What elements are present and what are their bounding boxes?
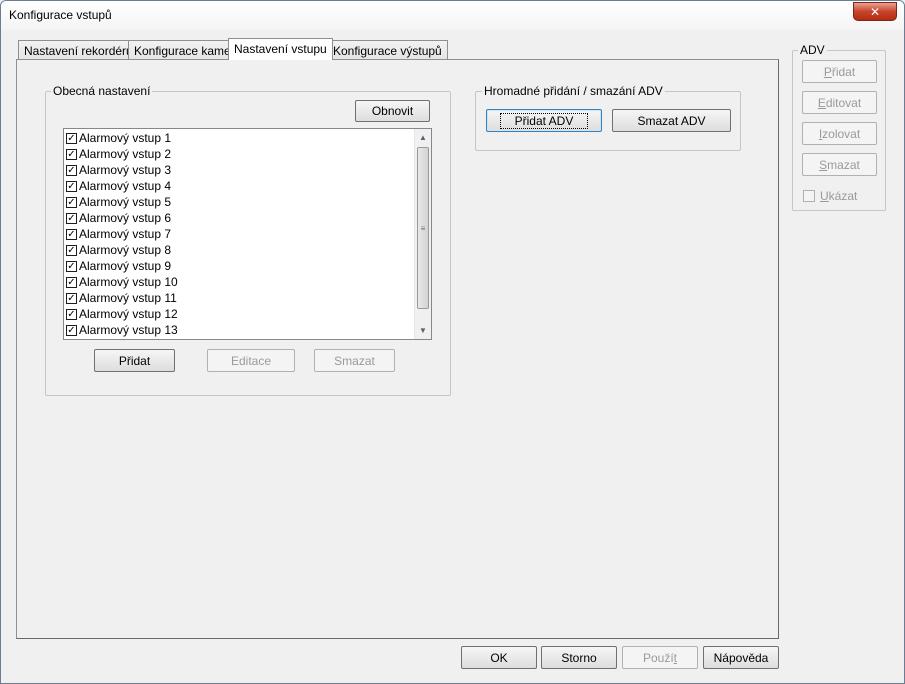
list-item-label: Alarmový vstup 9 bbox=[79, 259, 172, 273]
adv-add-button[interactable]: Přidat bbox=[802, 60, 877, 83]
close-button[interactable]: ✕ bbox=[853, 2, 897, 21]
list-item-label: Alarmový vstup 8 bbox=[79, 243, 172, 257]
adv-delete-mnemonic: S bbox=[819, 157, 828, 172]
list-item-label: Alarmový vstup 2 bbox=[79, 147, 172, 161]
title-bar[interactable]: Konfigurace vstupů ✕ bbox=[1, 1, 904, 30]
apply-button[interactable]: Použí t bbox=[622, 646, 698, 669]
tab-output-config[interactable]: Konfigurace výstupů bbox=[327, 40, 448, 60]
checkbox-icon[interactable]: ✓ bbox=[66, 148, 77, 160]
dialog-window: Konfigurace vstupů ✕ Nastavení rekordéru… bbox=[0, 0, 905, 684]
list-item[interactable]: ✓ Alarmový vstup 2 bbox=[66, 146, 171, 162]
checkbox-icon[interactable]: ✓ bbox=[66, 212, 77, 224]
delete-input-button[interactable]: Smazat bbox=[314, 349, 395, 372]
bulk-adv-title: Hromadné přidání / smazání ADV bbox=[482, 84, 665, 98]
add-adv-button[interactable]: Přidat ADV bbox=[486, 109, 602, 132]
adv-group-title: ADV bbox=[798, 43, 827, 57]
adv-show-label: Ukázat bbox=[820, 189, 857, 203]
scroll-up-icon[interactable]: ▲ bbox=[415, 129, 431, 146]
list-item[interactable]: ✓ Alarmový vstup 10 bbox=[66, 274, 178, 290]
list-item-label: Alarmový vstup 1 bbox=[79, 131, 172, 145]
list-item-label: Alarmový vstup 12 bbox=[79, 307, 178, 321]
cancel-button[interactable]: Storno bbox=[541, 646, 617, 669]
list-item-label: Alarmový vstup 11 bbox=[79, 291, 177, 305]
adv-edit-label: ditovat bbox=[825, 95, 862, 110]
edit-input-button[interactable]: Editace bbox=[207, 349, 295, 372]
checkbox-icon[interactable]: ✓ bbox=[66, 292, 77, 304]
list-item[interactable]: ✓ Alarmový vstup 7 bbox=[66, 226, 171, 242]
checkbox-icon[interactable]: ✓ bbox=[66, 260, 77, 272]
checkbox-icon[interactable]: ✓ bbox=[66, 132, 77, 144]
checkbox-icon[interactable]: ✓ bbox=[66, 164, 77, 176]
list-item-label: Alarmový vstup 3 bbox=[79, 163, 172, 177]
list-item[interactable]: ✓ Alarmový vstup 13 bbox=[66, 322, 178, 338]
alarm-input-list[interactable]: ✓ Alarmový vstup 1 ✓ Alarmový vstup 2 ✓ Alarm… bbox=[63, 128, 432, 340]
checkbox-icon[interactable]: ✓ bbox=[66, 276, 77, 288]
ok-button[interactable]: OK bbox=[461, 646, 537, 669]
adv-delete-button[interactable]: Smazat bbox=[802, 153, 877, 176]
checkbox-icon[interactable]: ✓ bbox=[66, 228, 77, 240]
scroll-thumb[interactable]: ≡ bbox=[417, 147, 429, 309]
list-item-label: Alarmový vstup 4 bbox=[79, 179, 172, 193]
list-item[interactable]: ✓ Alarmový vstup 6 bbox=[66, 210, 171, 226]
delete-adv-button[interactable]: Smazat ADV bbox=[612, 109, 731, 132]
general-settings-title: Obecná nastavení bbox=[51, 84, 153, 98]
add-input-button[interactable]: Přidat bbox=[94, 349, 175, 372]
list-item[interactable]: ✓ Alarmový vstup 4 bbox=[66, 178, 171, 194]
adv-add-mnemonic: P bbox=[823, 64, 832, 79]
window-title: Konfigurace vstupů bbox=[9, 8, 112, 22]
checkbox-icon[interactable]: ✓ bbox=[66, 180, 77, 192]
list-item[interactable]: ✓ Alarmový vstup 11 bbox=[66, 290, 177, 306]
adv-show-rest: kázat bbox=[828, 189, 858, 203]
list-item[interactable]: ✓ Alarmový vstup 1 bbox=[66, 130, 171, 146]
adv-delete-label: mazat bbox=[827, 157, 860, 172]
close-icon: ✕ bbox=[869, 4, 881, 19]
adv-isolate-label: zolovat bbox=[822, 126, 861, 141]
list-item[interactable]: ✓ Alarmový vstup 12 bbox=[66, 306, 178, 322]
checkbox-icon[interactable]: ✓ bbox=[66, 324, 77, 336]
tab-camera-config[interactable]: Konfigurace kamer bbox=[128, 40, 241, 60]
list-item[interactable]: ✓ Alarmový vstup 9 bbox=[66, 258, 171, 274]
tab-input-settings[interactable]: Nastavení vstupu bbox=[228, 38, 333, 60]
apply-mnemonic: t bbox=[673, 650, 678, 665]
list-item-label: Alarmový vstup 6 bbox=[79, 211, 172, 225]
checkbox-icon[interactable]: ✓ bbox=[66, 308, 77, 320]
list-item-label: Alarmový vstup 13 bbox=[79, 323, 178, 337]
list-item-label: Alarmový vstup 5 bbox=[79, 195, 172, 209]
checkbox-icon[interactable]: ✓ bbox=[66, 196, 77, 208]
adv-edit-mnemonic: E bbox=[817, 95, 826, 110]
list-item-label: Alarmový vstup 10 bbox=[79, 275, 178, 289]
grip-icon: ≡ bbox=[420, 223, 426, 233]
tab-recorder-settings[interactable]: Nastavení rekordéru bbox=[18, 40, 139, 60]
list-item[interactable]: ✓ Alarmový vstup 5 bbox=[66, 194, 171, 210]
adv-edit-button[interactable]: Editovat bbox=[802, 91, 877, 114]
adv-isolate-button[interactable]: Izolovat bbox=[802, 122, 877, 145]
adv-show-checkbox[interactable] bbox=[803, 190, 815, 202]
refresh-button[interactable]: Obnovit bbox=[355, 100, 430, 122]
checkbox-icon[interactable]: ✓ bbox=[66, 244, 77, 256]
list-scrollbar[interactable]: ▲ ≡ ▼ bbox=[414, 129, 431, 339]
list-item-label: Alarmový vstup 7 bbox=[79, 227, 172, 241]
list-item[interactable]: ✓ Alarmový vstup 8 bbox=[66, 242, 171, 258]
add-adv-label: Přidat ADV bbox=[499, 112, 589, 129]
adv-show-mnemonic: U bbox=[820, 189, 829, 203]
adv-add-label: řidat bbox=[831, 64, 856, 79]
apply-label: Použí bbox=[642, 650, 674, 665]
scroll-down-icon[interactable]: ▼ bbox=[415, 322, 431, 339]
help-button[interactable]: Nápověda bbox=[703, 646, 779, 669]
list-item[interactable]: ✓ Alarmový vstup 3 bbox=[66, 162, 171, 178]
